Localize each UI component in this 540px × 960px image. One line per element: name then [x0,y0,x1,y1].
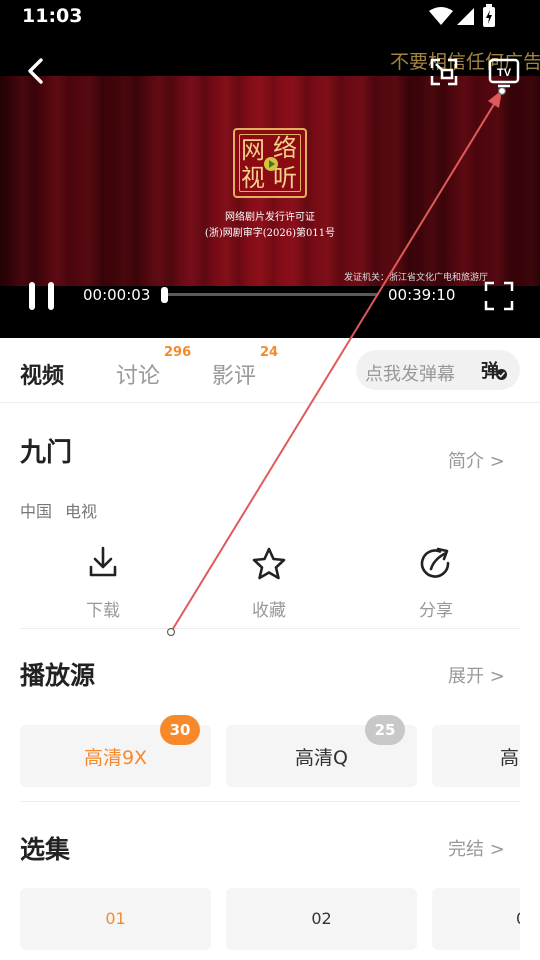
progress-handle[interactable] [161,287,168,303]
seal-logo: 网 络 视 听 [233,128,307,198]
source-label: 高清Q [295,747,348,769]
wifi-icon [429,7,453,25]
sources-title: 播放源 [20,661,96,690]
source-label: 高清9X [83,747,148,769]
source-card-3[interactable]: 高 [432,725,520,787]
seal-play-icon [264,157,278,171]
show-title: 九门 [20,438,73,468]
pip-icon[interactable] [428,56,460,88]
divider [20,628,520,629]
back-icon[interactable] [24,57,48,85]
episode-label: 0 [516,909,520,928]
license-line-1: 网络剧片发行许可证 [225,212,315,223]
episode-label: 01 [105,909,126,928]
tag-country: 中国 [20,502,53,521]
divider [20,801,520,802]
video-player[interactable]: 11:03 不要相信任何广告 TV 网 络 视 听 网络剧片发行许可证 (浙)网… [0,0,540,338]
source-count-badge: 30 [160,715,200,745]
current-time: 00:00:03 [83,286,151,304]
issuer-text: 发证机关：浙江省文化广电和旅游厅 [344,273,489,283]
episode-label: 02 [311,909,332,928]
progress-track[interactable] [166,293,378,296]
episode-card-3[interactable]: 0 [432,888,520,950]
pause-icon[interactable] [26,281,58,311]
svg-text:TV: TV [497,67,512,79]
discussion-count-badge: 296 [164,345,192,360]
tv-cast-icon[interactable]: TV [488,58,520,88]
battery-icon [483,4,495,27]
download-button[interactable]: 下载 [53,545,153,625]
tab-video[interactable]: 视频 [20,358,64,390]
license-line-2: (浙)网剧审字(2026)第011号 [204,228,336,239]
share-button[interactable]: 分享 [386,545,486,625]
favorite-button[interactable]: 收藏 [219,545,319,625]
source-count-badge: 25 [365,715,405,745]
fullscreen-icon[interactable] [484,281,514,311]
status-time: 11:03 [22,5,83,27]
signal-icon [457,8,474,25]
tag-type: 电视 [65,502,98,521]
tab-review[interactable]: 影评 [212,358,256,390]
danmaku-placeholder: 点我发弹幕 [365,364,455,385]
tab-discussion[interactable]: 讨论 [116,358,160,390]
danmaku-input[interactable]: 点我发弹幕 弹 [356,350,520,390]
check-circle-icon [496,369,507,380]
episodes-title: 选集 [20,835,71,864]
episode-card-2[interactable]: 02 [226,888,417,950]
episodes-status-link[interactable]: 完结 > [448,835,505,861]
share-icon [420,547,450,578]
download-icon [89,546,117,577]
star-icon [252,547,286,580]
intro-link[interactable]: 简介 > [448,447,505,473]
episode-card-1[interactable]: 01 [20,888,211,950]
total-time: 00:39:10 [388,286,456,304]
sources-expand-link[interactable]: 展开 > [448,662,505,688]
source-label: 高 [500,747,520,769]
review-count-badge: 24 [260,345,279,360]
